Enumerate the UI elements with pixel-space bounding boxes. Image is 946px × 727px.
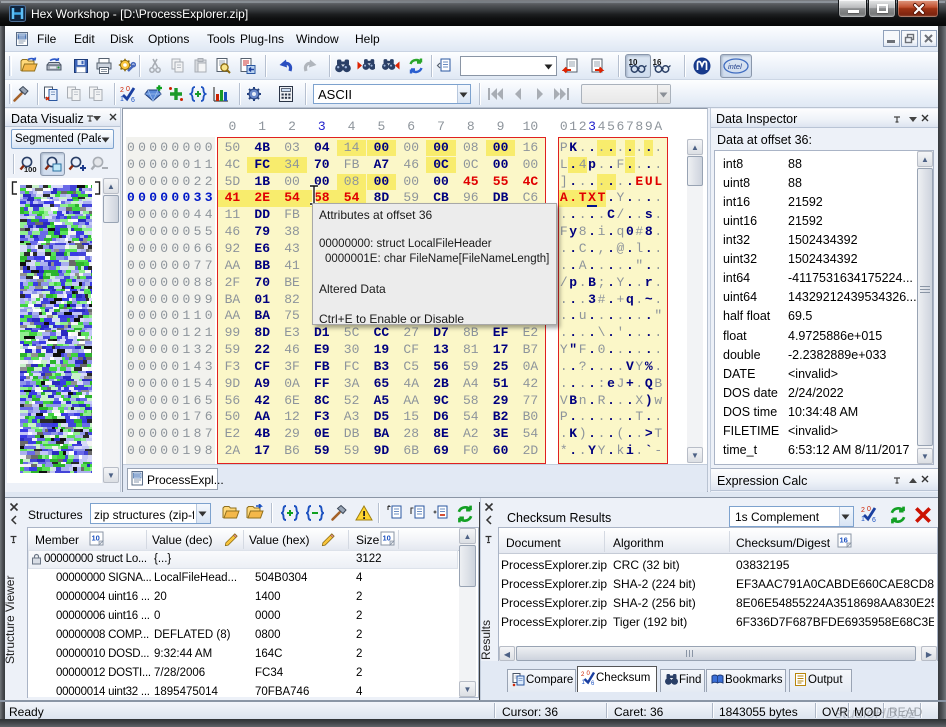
svg-text:2: 2	[581, 672, 585, 678]
svg-text:0: 0	[867, 506, 871, 513]
svg-text:6: 6	[131, 97, 135, 103]
svg-text:2: 2	[120, 87, 124, 94]
svg-text:0: 0	[126, 86, 130, 93]
svg-text:10: 10	[92, 534, 100, 543]
svg-text:16: 16	[840, 536, 848, 545]
svg-text:6: 6	[591, 681, 595, 685]
svg-text:intel: intel	[728, 62, 742, 71]
svg-text:2: 2	[861, 507, 865, 514]
svg-text:100: 100	[24, 165, 37, 173]
svg-text:10: 10	[383, 534, 391, 543]
svg-text:6: 6	[872, 517, 876, 523]
svg-text:0: 0	[587, 671, 591, 677]
